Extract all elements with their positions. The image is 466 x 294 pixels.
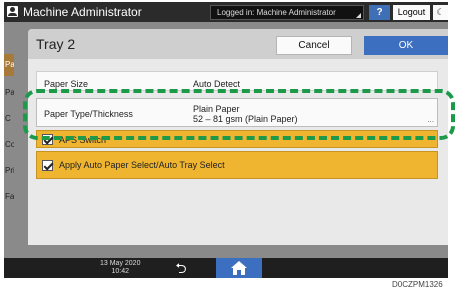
paper-size-value: Auto Detect	[193, 79, 241, 89]
cancel-button[interactable]: Cancel	[276, 36, 352, 55]
auto-select-checkbox[interactable]	[42, 160, 53, 171]
home-icon	[231, 261, 247, 275]
device-screen: Machine Administrator Logged in: Machine…	[4, 2, 448, 278]
paper-type-highlight	[23, 89, 455, 140]
logout-button[interactable]: Logout	[393, 5, 430, 20]
home-button[interactable]	[216, 258, 262, 278]
date-time: 13 May 2020 10:42	[100, 260, 140, 276]
figure-code: D0CZPM1326	[392, 280, 443, 289]
bg-tab-copier: Cop	[5, 140, 14, 149]
bg-tab-3: C	[5, 114, 11, 123]
date-text: 13 May 2020	[100, 260, 141, 267]
bottom-bar: 13 May 2020 10:42 ⮌	[4, 258, 448, 278]
app-title: Machine Administrator	[23, 5, 142, 19]
bg-tab-printer: Prin	[5, 166, 14, 175]
top-bar: Machine Administrator Logged in: Machine…	[4, 2, 448, 22]
bg-tab-paper: Pap	[4, 54, 14, 76]
auto-select-label: Apply Auto Paper Select/Auto Tray Select	[59, 160, 225, 170]
user-icon	[7, 6, 18, 17]
ok-button[interactable]: OK	[364, 36, 448, 55]
login-status[interactable]: Logged in: Machine Administrator	[210, 5, 364, 20]
time-text: 10:42	[111, 268, 129, 275]
bg-tab-fax: Fax	[5, 192, 14, 201]
auto-select-row[interactable]: Apply Auto Paper Select/Auto Tray Select	[36, 151, 438, 179]
back-arrow-icon[interactable]: ⮌	[170, 259, 192, 277]
corner-indicator-icon	[356, 13, 361, 18]
dialog-header: Tray 2 Cancel OK	[28, 29, 448, 59]
sleep-button[interactable]: ☾	[433, 5, 448, 20]
dialog-title: Tray 2	[36, 36, 76, 52]
paper-size-row[interactable]: Paper Size Auto Detect	[36, 71, 438, 91]
paper-size-label: Paper Size	[44, 79, 89, 89]
login-status-text: Logged in: Machine Administrator	[217, 8, 336, 17]
bg-tab-2: Pa	[5, 88, 14, 97]
help-button[interactable]: ?	[369, 5, 390, 20]
